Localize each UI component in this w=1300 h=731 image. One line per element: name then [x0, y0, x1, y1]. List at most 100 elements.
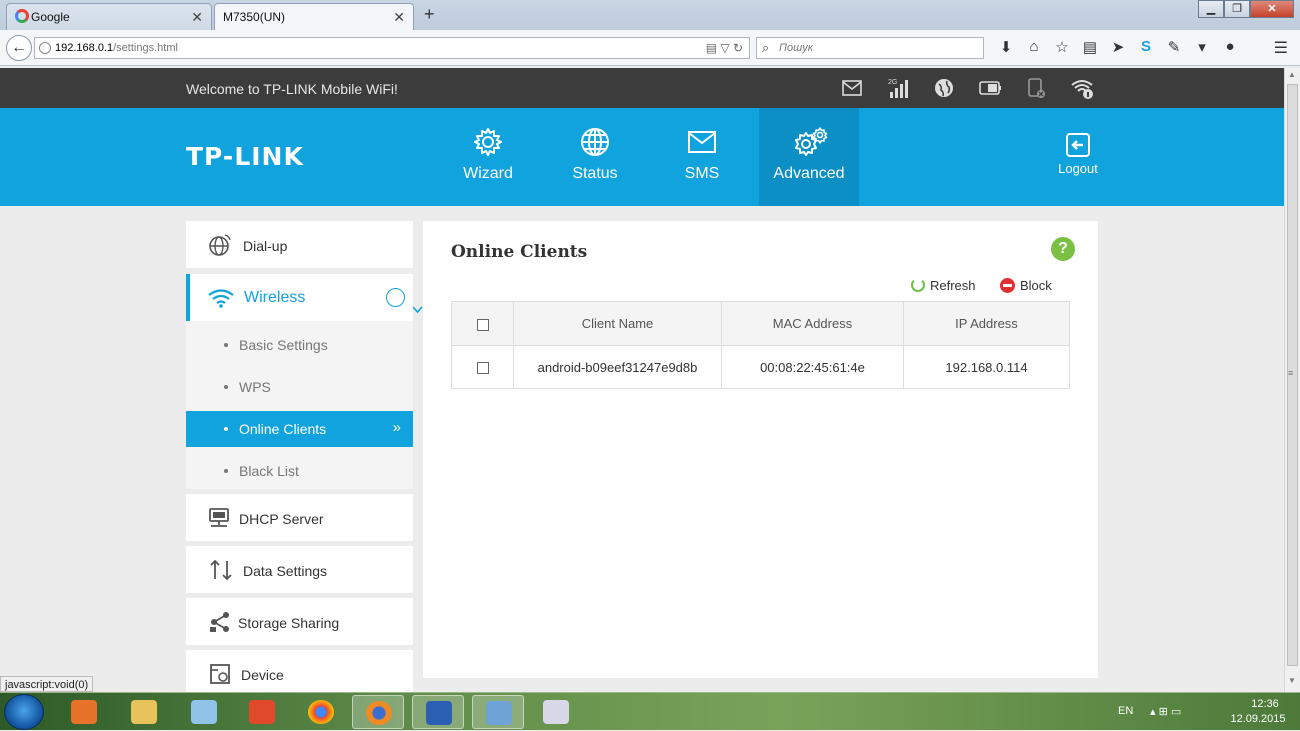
sidebar-item-label: Storage Sharing: [238, 615, 340, 631]
gear-icon: [474, 128, 502, 156]
tab-label: M7350(UN): [223, 10, 286, 24]
url-path: /settings.html: [113, 42, 178, 54]
sidebar-item-storage-sharing[interactable]: Storage Sharing: [186, 598, 413, 645]
content-panel: Online Clients ? Refresh Block Client Na…: [423, 221, 1098, 678]
reading-list-icon[interactable]: ▤: [1080, 38, 1100, 56]
envelope-icon: [688, 131, 716, 153]
new-tab-button[interactable]: +: [424, 4, 435, 25]
search-icon: ⌕: [762, 40, 770, 55]
nav-status[interactable]: Status: [545, 108, 645, 206]
battery-icon: [978, 76, 1002, 100]
submenu-basic-settings[interactable]: Basic Settings: [186, 327, 413, 363]
sidebar-item-wireless[interactable]: Wireless: [186, 274, 423, 321]
taskbar-media-player[interactable]: [58, 695, 110, 729]
clock-date[interactable]: 12.09.2015: [1223, 713, 1293, 725]
navigation-bar: ← 192.168.0.1/settings.html ▤ ▽ ↻ ⌕ Пошу…: [0, 30, 1300, 66]
taskbar-app-notes[interactable]: [178, 695, 230, 729]
media-player-icon: [71, 700, 97, 724]
taskbar-app-office[interactable]: [236, 695, 288, 729]
search-input[interactable]: ⌕ Пошук: [756, 37, 984, 59]
back-button[interactable]: ←: [6, 35, 32, 61]
table-row: android-b09eef31247e9d8b 00:08:22:45:61:…: [451, 345, 1070, 389]
refresh-button[interactable]: Refresh: [911, 278, 976, 293]
taskbar-firefox[interactable]: [352, 695, 404, 729]
logout-icon: [1066, 133, 1090, 157]
welcome-text: Welcome to TP-LINK Mobile WiFi!: [186, 81, 398, 97]
chrome-icon: [308, 700, 334, 724]
submenu-black-list[interactable]: Black List: [186, 453, 413, 489]
ip-address-cell: 192.168.0.114: [903, 345, 1070, 389]
extension-icon[interactable]: ✎: [1164, 38, 1184, 56]
sidebar-item-dialup[interactable]: Dial-up: [186, 221, 413, 268]
gears-icon: [795, 127, 828, 156]
taskbar-explorer[interactable]: [118, 695, 170, 729]
column-header: Client Name: [513, 301, 722, 346]
submenu-wps[interactable]: WPS: [186, 369, 413, 405]
tp-link-logo: TP-LINK: [186, 142, 304, 171]
url-bar[interactable]: 192.168.0.1/settings.html ▤ ▽ ↻: [34, 37, 750, 59]
clock-time[interactable]: 12:36: [1240, 698, 1290, 710]
sim-card-icon: [1024, 76, 1048, 100]
folder-icon: [131, 700, 157, 724]
clients-table: Client Name MAC Address IP Address andro…: [451, 301, 1070, 389]
submenu-online-clients[interactable]: Online Clients »: [186, 411, 413, 447]
skype-icon[interactable]: S: [1136, 38, 1156, 56]
taskbar: EN ▴ ⊞ ▭ 12:36 12.09.2015: [0, 692, 1300, 730]
tab-label: Google: [31, 10, 70, 24]
menu-icon[interactable]: ☰: [1274, 38, 1288, 58]
close-tab-icon[interactable]: ✕: [393, 9, 405, 26]
taskbar-paint[interactable]: [530, 695, 582, 729]
minimize-button[interactable]: ▁: [1198, 0, 1224, 18]
taskbar-word[interactable]: [412, 695, 464, 729]
sidebar-item-dhcp[interactable]: DHCP Server: [186, 494, 413, 541]
row-checkbox[interactable]: [476, 362, 489, 375]
submenu-label: Basic Settings: [239, 337, 328, 353]
dropdown-icon[interactable]: ▾: [1192, 38, 1212, 56]
tab-router[interactable]: M7350(UN) ✕: [214, 3, 414, 30]
bookmark-star-icon[interactable]: ☆: [1052, 38, 1072, 56]
chat-icon[interactable]: ●: [1220, 38, 1240, 56]
nav-sms[interactable]: SMS: [652, 108, 752, 206]
scroll-up-icon[interactable]: ▲: [1288, 70, 1296, 79]
bullet: [224, 385, 228, 389]
tab-google[interactable]: Google ✕: [6, 3, 212, 30]
share-icon: [210, 612, 229, 632]
home-icon[interactable]: ⌂: [1024, 38, 1044, 56]
tab-strip: Google ✕ M7350(UN) ✕ + ▁ ❐ ✕: [0, 0, 1300, 30]
browser-chrome: Google ✕ M7350(UN) ✕ + ▁ ❐ ✕ ← 192.168.0…: [0, 0, 1300, 68]
nav-label: SMS: [684, 165, 720, 182]
refresh-label: Refresh: [930, 278, 976, 293]
tray-icons[interactable]: ▴ ⊞ ▭: [1150, 705, 1181, 718]
maximize-button[interactable]: ❐: [1224, 0, 1250, 18]
close-tab-icon[interactable]: ✕: [191, 9, 203, 26]
sidebar-item-data-settings[interactable]: Data Settings: [186, 546, 413, 593]
message-icon[interactable]: [840, 76, 864, 100]
start-button[interactable]: [4, 694, 44, 730]
select-all-checkbox[interactable]: [476, 318, 489, 331]
block-button[interactable]: Block: [1000, 278, 1052, 293]
download-icon[interactable]: ⬇: [996, 38, 1016, 56]
help-icon[interactable]: ?: [1051, 237, 1075, 261]
nav-label: Advanced: [773, 165, 845, 182]
page-scrollbar[interactable]: ▲ ≡ ▼: [1284, 68, 1300, 692]
nav-advanced[interactable]: Advanced: [759, 108, 859, 206]
nav-logout[interactable]: Logout: [1028, 108, 1128, 206]
reload-icon[interactable]: ▤ ▽ ↻: [706, 41, 743, 55]
block-icon: [1000, 278, 1015, 293]
language-indicator[interactable]: EN: [1118, 705, 1133, 717]
scroll-down-icon[interactable]: ▼: [1288, 676, 1296, 685]
sidebar-item-device[interactable]: Device: [186, 650, 413, 697]
send-icon[interactable]: ➤: [1108, 38, 1128, 56]
taskbar-control-panel[interactable]: [472, 695, 524, 729]
nav-wizard[interactable]: Wizard: [438, 108, 538, 206]
notes-icon: [191, 700, 217, 724]
url-host: 192.168.0.1: [55, 42, 114, 54]
close-window-button[interactable]: ✕: [1250, 0, 1294, 18]
taskbar-chrome[interactable]: [295, 695, 347, 729]
window-controls: ▁ ❐ ✕: [1198, 0, 1294, 18]
nav-label: Wizard: [463, 165, 513, 182]
wifi-icon: [208, 289, 234, 308]
table-header-row: Client Name MAC Address IP Address: [451, 301, 1070, 346]
chevron-down-icon[interactable]: [386, 288, 423, 314]
submenu-label: Online Clients: [239, 421, 327, 437]
